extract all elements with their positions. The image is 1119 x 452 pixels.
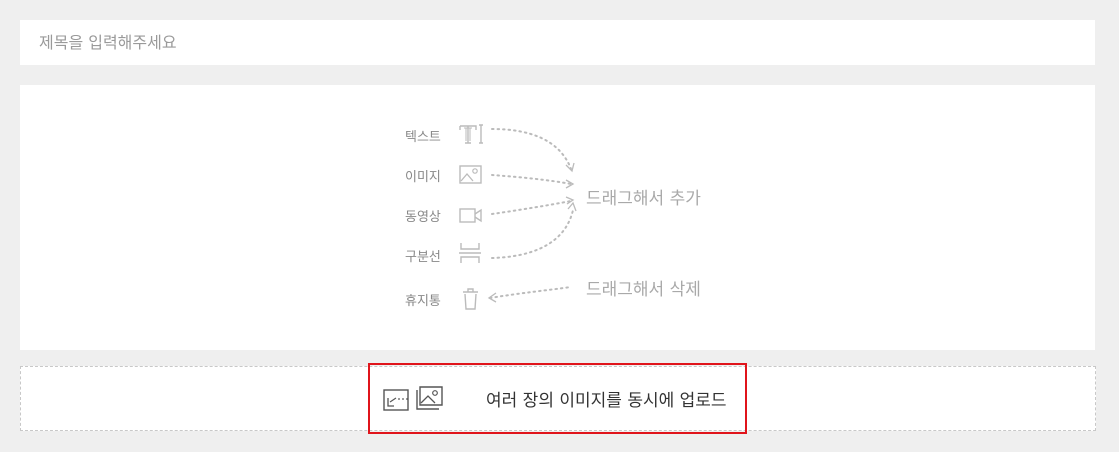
multi-image-upload-button[interactable]: 여러 장의 이미지를 동시에 업로드 [368,363,747,434]
editor-drop-area[interactable]: 텍스트 이미지 동영상 구분선 휴지통 드래그해서 추가 드래그해서 삭제 [20,85,1095,350]
upload-button-label: 여러 장의 이미지를 동시에 업로드 [486,391,727,411]
editor-guide: 텍스트 이미지 동영상 구분선 휴지통 드래그해서 추가 드래그해서 삭제 [20,85,1095,350]
title-input[interactable] [20,20,1095,65]
drag-delete-hint: 드래그해서 삭제 [586,280,701,300]
title-field-container [20,20,1095,65]
drag-add-hint: 드래그해서 추가 [586,189,701,209]
drag-guide-arrows [487,128,577,303]
multi-image-upload-icon [383,385,443,411]
